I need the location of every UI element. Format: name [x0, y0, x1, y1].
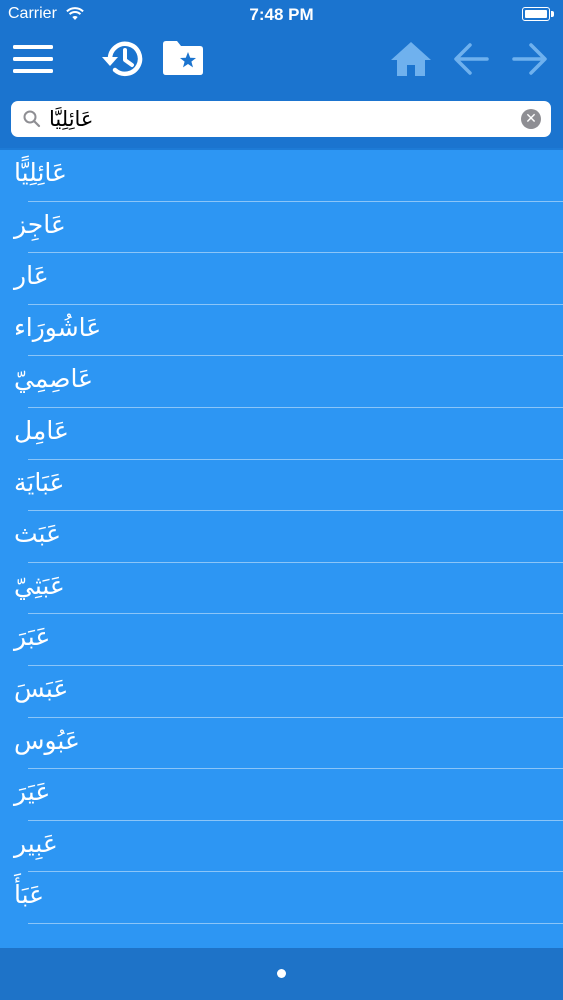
list-item[interactable]: عَاصِمِيّ	[0, 356, 563, 408]
word-label: عَائِلِيًّا	[14, 158, 67, 187]
status-time: 7:48 PM	[249, 5, 314, 24]
list-item[interactable]: عَائِلِيًّا	[0, 150, 563, 202]
list-item[interactable]: عَاشُورَاء	[0, 305, 563, 357]
list-item[interactable]: عَبُوس	[0, 718, 563, 770]
menu-icon[interactable]	[13, 44, 53, 74]
forward-arrow-icon[interactable]	[512, 42, 548, 76]
search-bar: ✕	[0, 92, 563, 148]
list-item[interactable]: عَبَث	[0, 511, 563, 563]
word-label: عَبَث	[14, 519, 62, 549]
clear-search-icon[interactable]: ✕	[521, 109, 541, 129]
toolbar	[0, 30, 563, 92]
list-item[interactable]: عَبَرَ	[0, 614, 563, 666]
list-item[interactable]: عَامِل	[0, 408, 563, 460]
word-label: عَبَايَة	[14, 467, 65, 497]
word-label: عَيَرَ	[14, 777, 51, 807]
search-icon	[23, 110, 41, 132]
bottom-bar	[0, 948, 563, 1000]
list-item[interactable]: عَبَثِيّ	[0, 563, 563, 615]
word-label: عَار	[14, 261, 49, 291]
word-label: عَاصِمِيّ	[14, 364, 94, 394]
word-label: عَاجِز	[14, 209, 66, 239]
history-icon[interactable]	[100, 38, 146, 80]
list-item[interactable]: عَار	[0, 253, 563, 305]
favorites-folder-icon[interactable]	[162, 40, 204, 76]
page-indicator-dot	[277, 969, 286, 978]
word-label: عَبُوس	[14, 725, 80, 755]
word-label: عَامِل	[14, 415, 69, 445]
word-label: عَبِير	[14, 828, 58, 858]
word-label: عَبَرَ	[14, 622, 51, 652]
list-item[interactable]: عَاجِز	[0, 202, 563, 254]
word-label: عَبَأَ	[14, 880, 45, 910]
battery-icon	[522, 7, 554, 21]
search-box[interactable]: ✕	[11, 101, 551, 137]
word-label: عَاشُورَاء	[14, 312, 102, 342]
home-icon[interactable]	[390, 40, 432, 78]
list-item[interactable]: عَبَسَ	[0, 666, 563, 718]
list-item[interactable]: عَبَايَة	[0, 460, 563, 512]
list-item[interactable]: عَبِير	[0, 821, 563, 873]
back-arrow-icon[interactable]	[453, 42, 489, 76]
list-item[interactable]: عَبَأَ	[0, 872, 563, 924]
word-label: عَبَسَ	[14, 673, 69, 703]
status-bar: Carrier 7:48 PM	[0, 0, 563, 30]
word-label: عَبَثِيّ	[14, 570, 65, 600]
search-input[interactable]	[45, 103, 493, 135]
word-list: عَائِلِيًّا عَاجِز عَار عَاشُورَاء عَاصِ…	[0, 150, 563, 948]
list-item[interactable]: عَيَرَ	[0, 769, 563, 821]
